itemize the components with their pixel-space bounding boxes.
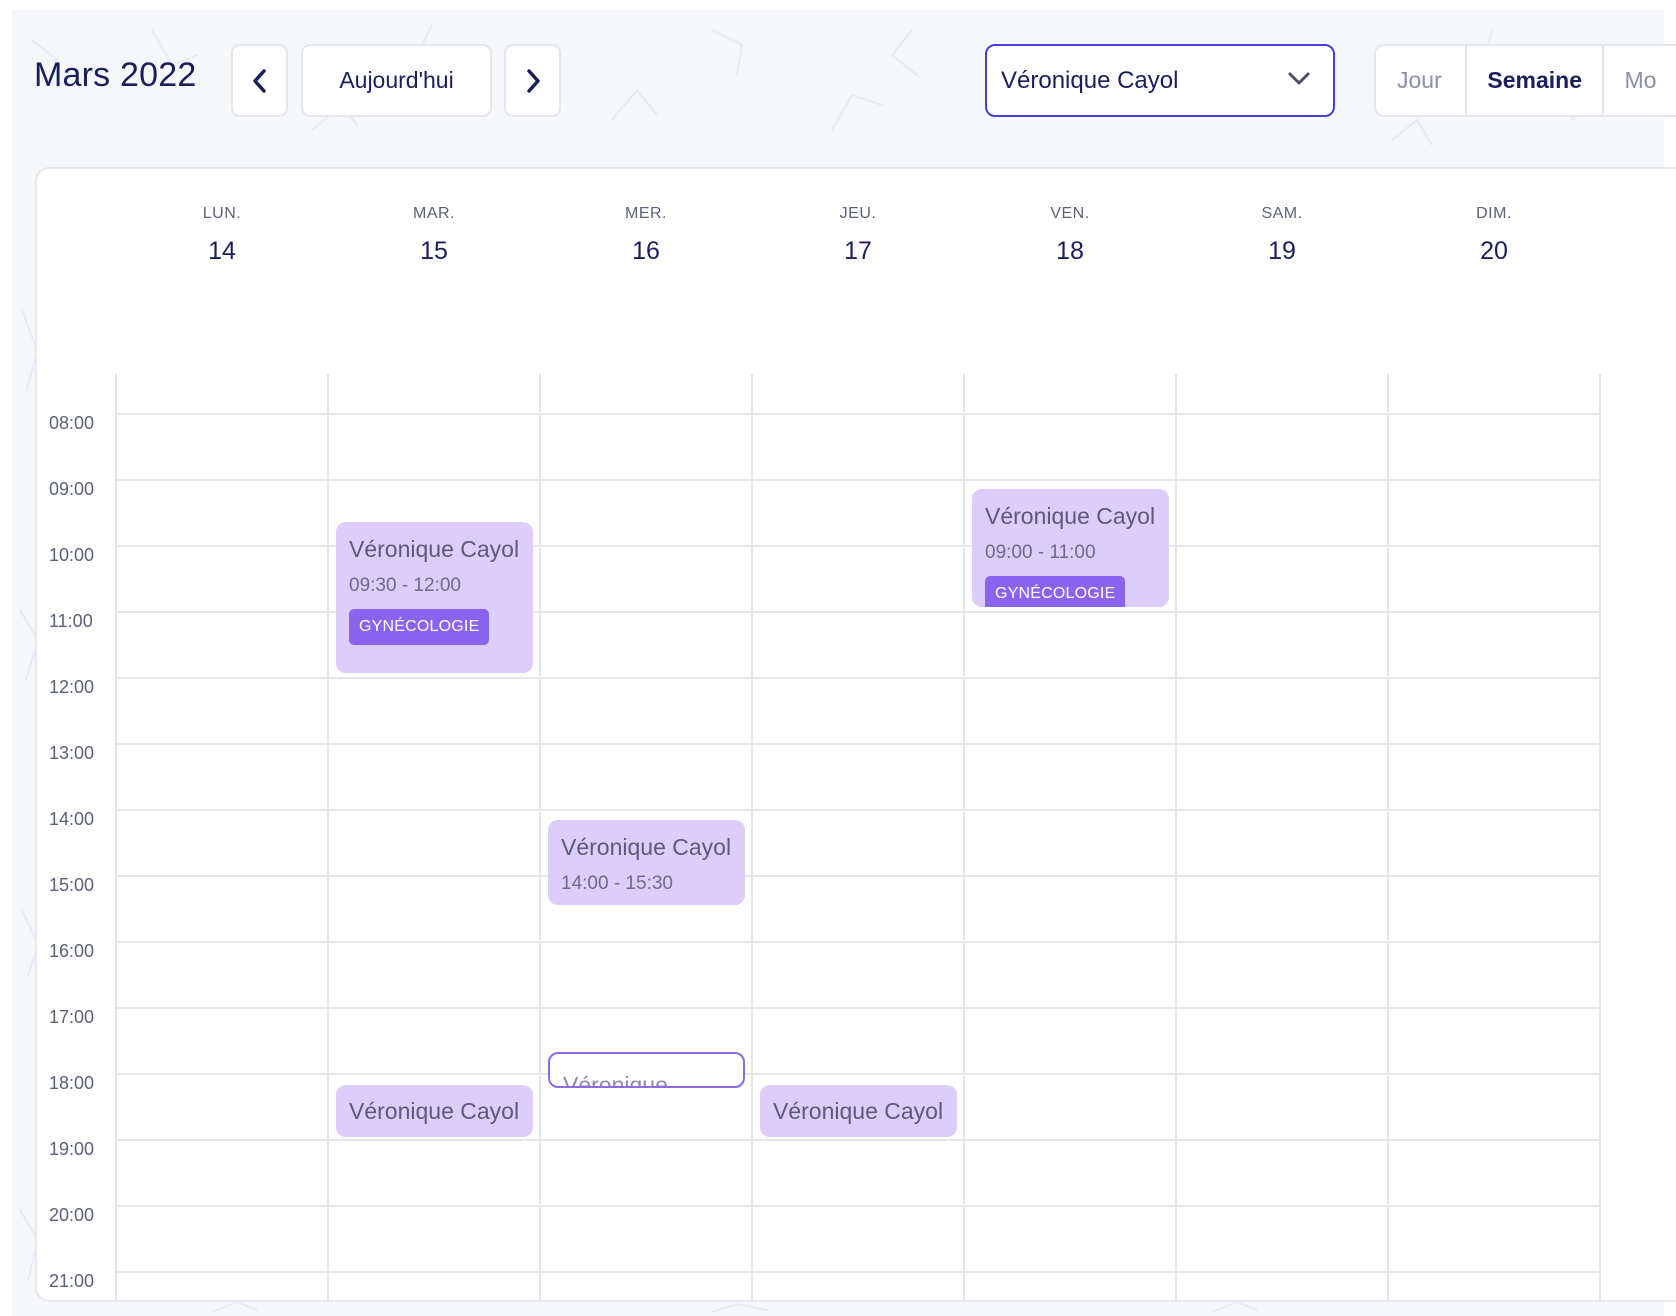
day-header-mon[interactable]: LUN. 14 [116, 205, 328, 266]
hour-label: 14:00 [49, 809, 95, 829]
hour-label: 12:00 [49, 677, 95, 697]
day-header-tue[interactable]: MAR. 15 [328, 205, 540, 266]
day-header-wed[interactable]: MER. 16 [540, 205, 752, 266]
practitioner-select[interactable]: Véronique Cayol [985, 44, 1335, 117]
day-number: 19 [1268, 237, 1296, 265]
appointment-event[interactable]: Véronique Cayol [760, 1085, 957, 1137]
hour-label: 08:00 [49, 413, 95, 433]
appointment-event[interactable]: Véronique Cayol 09:00 - 11:00 GYNÉCOLOGI… [972, 489, 1169, 607]
chevron-down-icon [1288, 72, 1310, 85]
event-patient-name: Véronique Cayol [773, 1097, 944, 1124]
day-number: 18 [1056, 237, 1084, 265]
view-month-button[interactable]: Mo [1604, 46, 1676, 115]
hour-label: 15:00 [49, 875, 95, 895]
chevron-left-icon [252, 68, 266, 93]
event-specialty-tag: GYNÉCOLOGIE [349, 609, 490, 645]
hour-label: 18:00 [49, 1073, 95, 1093]
hour-label: 20:00 [49, 1205, 95, 1225]
hour-label: 13:00 [49, 743, 95, 763]
hour-label: 17:00 [49, 1007, 95, 1027]
day-header-sat[interactable]: SAM. 19 [1176, 205, 1388, 266]
day-header-sun[interactable]: DIM. 20 [1388, 205, 1600, 266]
event-patient-name: Véronique Cayol [561, 834, 732, 860]
hour-label: 16:00 [49, 941, 95, 961]
day-header-thu[interactable]: JEU. 17 [752, 205, 964, 266]
day-number: 14 [208, 237, 236, 265]
view-day-button[interactable]: Jour [1376, 46, 1468, 115]
view-week-button[interactable]: Semaine [1467, 46, 1605, 115]
day-header-fri[interactable]: VEN. 18 [964, 205, 1176, 266]
practitioner-select-value: Véronique Cayol [1001, 66, 1179, 94]
hour-label: 21:00 [49, 1271, 95, 1291]
event-time: 09:30 - 12:00 [349, 575, 461, 596]
day-number: 16 [632, 237, 660, 265]
event-specialty-tag: GYNÉCOLOGIE [985, 576, 1126, 607]
event-patient-name: Véronique Cayol [985, 503, 1156, 529]
event-patient-name: Véronique [563, 1072, 668, 1088]
hour-label: 19:00 [49, 1139, 95, 1159]
appointment-event-selected[interactable]: Véronique [548, 1052, 745, 1088]
day-name: MAR. [413, 205, 455, 222]
day-name: SAM. [1261, 205, 1303, 222]
event-patient-name: Véronique Cayol [349, 1097, 520, 1124]
hour-label: 09:00 [49, 479, 95, 499]
day-name: DIM. [1476, 205, 1512, 222]
event-time: 09:00 - 11:00 [985, 542, 1096, 563]
appointment-event[interactable]: Véronique Cayol [336, 1085, 533, 1137]
view-switcher: Jour Semaine Mo [1374, 44, 1676, 117]
next-week-button[interactable] [504, 44, 561, 117]
day-number: 20 [1480, 237, 1508, 265]
week-calendar: LUN. 14 MAR. 15 MER. 16 JEU. 17 VEN. 18 … [35, 167, 1676, 1302]
day-name: MER. [625, 205, 667, 222]
day-name: JEU. [839, 205, 877, 222]
day-name: LUN. [202, 205, 242, 222]
month-title: Mars 2022 [34, 56, 197, 94]
day-number: 17 [844, 237, 872, 265]
today-button[interactable]: Aujourd'hui [301, 44, 492, 117]
event-time: 14:00 - 15:30 [561, 873, 673, 894]
day-name: VEN. [1050, 205, 1090, 222]
appointment-event[interactable]: Véronique Cayol 14:00 - 15:30 [548, 820, 745, 905]
chevron-right-icon [526, 68, 540, 93]
day-number: 15 [420, 237, 448, 265]
hour-label: 10:00 [49, 545, 95, 565]
event-patient-name: Véronique Cayol [349, 536, 520, 562]
previous-week-button[interactable] [231, 44, 288, 117]
hour-label: 11:00 [49, 611, 93, 631]
appointment-event[interactable]: Véronique Cayol 09:30 - 12:00 GYNÉCOLOGI… [336, 522, 533, 673]
